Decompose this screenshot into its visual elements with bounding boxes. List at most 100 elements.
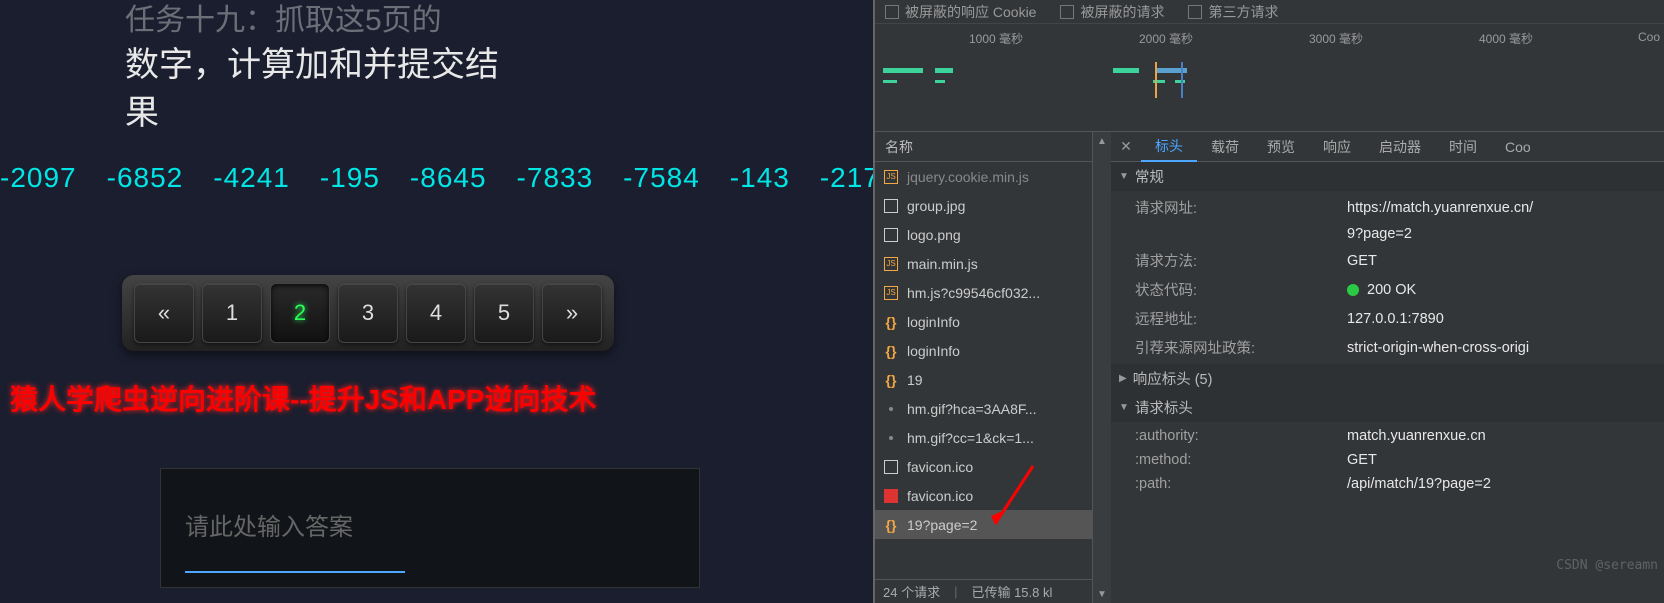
request-row[interactable]: JShm.js?c99546cf032... xyxy=(875,278,1092,307)
request-name: 19 xyxy=(907,372,923,388)
page-button-1[interactable]: 1 xyxy=(202,283,262,343)
scrollbar[interactable]: ▲ ▼ xyxy=(1093,132,1111,603)
request-name: loginInfo xyxy=(907,343,960,359)
promo-link[interactable]: 猿人学爬虫逆向进阶课--提升JS和APP逆向技术 xyxy=(10,378,596,418)
section-request-headers[interactable]: ▼请求标头 xyxy=(1111,393,1664,422)
json-file-icon: {} xyxy=(883,372,899,388)
request-row[interactable]: {} 19 xyxy=(875,365,1092,394)
kv-key xyxy=(1135,226,1347,242)
kv-value: 127.0.0.1:7890 xyxy=(1347,308,1444,329)
watermark: CSDN @sereamn xyxy=(1556,558,1658,573)
request-row[interactable]: JS jquery.cookie.min.js xyxy=(875,162,1092,191)
kv-value: 9?page=2 xyxy=(1347,226,1412,242)
page-next-button[interactable]: » xyxy=(542,283,602,343)
checkbox-icon xyxy=(885,5,899,19)
page-button-3[interactable]: 3 xyxy=(338,283,398,343)
kv-value: strict-origin-when-cross-origi xyxy=(1347,337,1529,358)
name-column-header[interactable]: 名称 xyxy=(875,132,1092,162)
filter-bar: 被屏蔽的响应 Cookie 被屏蔽的请求 第三方请求 xyxy=(875,0,1664,24)
request-row[interactable]: hm.gif?hca=3AA8F... xyxy=(875,394,1092,423)
kv-value: https://match.yuanrenxue.cn/ xyxy=(1347,197,1533,218)
task-line-1: 任务十九：抓取这5页的 xyxy=(125,0,499,42)
page-button-4[interactable]: 4 xyxy=(406,283,466,343)
number-value: -6852 xyxy=(107,162,184,193)
request-name: jquery.cookie.min.js xyxy=(907,169,1029,185)
number-value: -217 xyxy=(820,162,873,193)
tab-载荷[interactable]: 载荷 xyxy=(1197,132,1253,162)
kv-row: 远程地址:127.0.0.1:7890 xyxy=(1111,304,1664,333)
tab-标头[interactable]: 标头 xyxy=(1141,132,1197,162)
scroll-up-icon[interactable]: ▲ xyxy=(1093,132,1111,150)
request-name: logo.png xyxy=(907,227,961,243)
tab-响应[interactable]: 响应 xyxy=(1309,132,1365,162)
kv-key: 请求网址: xyxy=(1135,197,1347,218)
timeline-tick: 2000 毫秒 xyxy=(1123,30,1193,47)
answer-label: 请此处输入答案 xyxy=(185,507,675,542)
request-row[interactable]: hm.gif?cc=1&ck=1... xyxy=(875,423,1092,452)
request-row[interactable]: {} 19?page=2 xyxy=(875,510,1092,539)
request-name: hm.gif?hca=3AA8F... xyxy=(907,401,1037,417)
number-value: -143 xyxy=(730,162,790,193)
section-general[interactable]: ▼常规 xyxy=(1111,162,1664,191)
js-file-icon: JS xyxy=(883,169,899,185)
kv-value: 200 OK xyxy=(1347,279,1416,300)
filter-third-party[interactable]: 第三方请求 xyxy=(1188,2,1278,22)
request-count: 24 个请求 xyxy=(883,582,940,601)
kv-value: /api/match/19?page=2 xyxy=(1347,476,1491,492)
request-name: 19?page=2 xyxy=(907,517,977,533)
close-button[interactable]: ✕ xyxy=(1111,138,1141,155)
pagination: « 12345 » xyxy=(122,275,614,351)
kv-key: :method: xyxy=(1135,452,1347,468)
kv-value: match.yuanrenxue.cn xyxy=(1347,428,1486,444)
timeline[interactable]: 1000 毫秒2000 毫秒3000 毫秒4000 毫秒 Coo xyxy=(875,24,1664,132)
request-row[interactable]: group.jpg xyxy=(875,191,1092,220)
page-button-2[interactable]: 2 xyxy=(270,283,330,343)
tab-时间[interactable]: 时间 xyxy=(1435,132,1491,162)
kv-row: 9?page=2 xyxy=(1111,222,1664,246)
request-row[interactable]: JSmain.min.js xyxy=(875,249,1092,278)
number-list: -2097-6852-4241-195-8645-7833-7584-143-2… xyxy=(0,162,873,194)
filter-blocked-request[interactable]: 被屏蔽的请求 xyxy=(1060,2,1164,22)
request-name: loginInfo xyxy=(907,314,960,330)
image-file-icon xyxy=(883,198,899,214)
image-file-icon xyxy=(883,227,899,243)
number-value: -4241 xyxy=(213,162,290,193)
request-row[interactable]: logo.png xyxy=(875,220,1092,249)
kv-value: GET xyxy=(1347,452,1377,468)
section-response-headers[interactable]: ▶响应标头 (5) xyxy=(1111,364,1664,393)
request-name: main.min.js xyxy=(907,256,978,272)
kv-row: 请求方法:GET xyxy=(1111,246,1664,275)
kv-key: 引荐来源网址政策: xyxy=(1135,337,1347,358)
request-list-panel: 名称 JS jquery.cookie.min.js group.jpg logo.p… xyxy=(875,132,1093,603)
page-prev-button[interactable]: « xyxy=(134,283,194,343)
request-row[interactable]: {}loginInfo xyxy=(875,307,1092,336)
kv-row: :authority:match.yuanrenxue.cn xyxy=(1111,424,1664,448)
kv-row: 请求网址:https://match.yuanrenxue.cn/ xyxy=(1111,193,1664,222)
filter-blocked-cookie[interactable]: 被屏蔽的响应 Cookie xyxy=(885,2,1036,22)
gif-file-icon xyxy=(883,401,899,417)
request-name: hm.js?c99546cf032... xyxy=(907,285,1040,301)
answer-input[interactable] xyxy=(185,571,405,573)
tab-预览[interactable]: 预览 xyxy=(1253,132,1309,162)
number-value: -195 xyxy=(320,162,380,193)
timeline-tick: 1000 毫秒 xyxy=(953,30,1023,47)
request-row[interactable]: favicon.ico xyxy=(875,481,1092,510)
request-row[interactable]: favicon.ico xyxy=(875,452,1092,481)
kv-row: 引荐来源网址政策:strict-origin-when-cross-origi xyxy=(1111,333,1664,362)
kv-key: 远程地址: xyxy=(1135,308,1347,329)
number-value: -7833 xyxy=(517,162,594,193)
json-file-icon: {} xyxy=(883,343,899,359)
number-value: -8645 xyxy=(410,162,487,193)
tab-Coo[interactable]: Coo xyxy=(1491,132,1545,162)
gif-file-icon xyxy=(883,430,899,446)
kv-row: :method:GET xyxy=(1111,448,1664,472)
number-value: -7584 xyxy=(623,162,700,193)
scroll-down-icon[interactable]: ▼ xyxy=(1093,585,1111,603)
request-row[interactable]: {} loginInfo xyxy=(875,336,1092,365)
image-file-icon xyxy=(883,459,899,475)
json-file-icon: {} xyxy=(883,517,899,533)
tab-启动器[interactable]: 启动器 xyxy=(1365,132,1435,162)
page-button-5[interactable]: 5 xyxy=(474,283,534,343)
triangle-down-icon: ▼ xyxy=(1119,171,1129,182)
detail-panel: ✕ 标头载荷预览响应启动器时间Coo ▼常规 请求网址:https://matc… xyxy=(1111,132,1664,603)
